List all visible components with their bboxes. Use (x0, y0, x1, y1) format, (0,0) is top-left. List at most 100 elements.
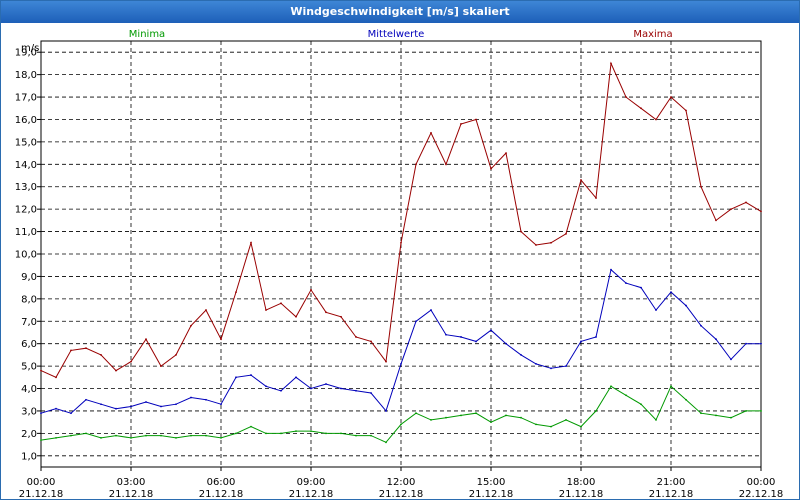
window-title: Windgeschwindigkeit [m/s] skaliert (1, 1, 799, 23)
data-point-maxima (460, 123, 462, 125)
data-point-mittelwerte (460, 336, 462, 338)
data-point-minima (685, 398, 687, 401)
data-point-maxima (175, 353, 177, 356)
data-point-mittelwerte (760, 342, 762, 345)
y-tick-label: 3,0 (21, 406, 37, 417)
data-point-minima (550, 425, 552, 428)
data-point-minima (760, 410, 762, 412)
data-point-mittelwerte (475, 340, 477, 343)
data-point-mittelwerte (640, 286, 642, 289)
data-point-minima (655, 419, 657, 421)
data-point-mittelwerte (745, 342, 747, 345)
data-point-minima (280, 432, 282, 435)
data-point-minima (565, 419, 567, 421)
data-point-maxima (520, 230, 522, 233)
y-tick-label: 17,0 (15, 93, 37, 104)
data-point-minima (175, 436, 177, 439)
data-point-mittelwerte (385, 410, 387, 412)
data-point-mittelwerte (565, 365, 567, 368)
x-tick-time: 00:00 (27, 477, 56, 488)
data-point-maxima (145, 338, 147, 341)
legend-maxima: Maxima (633, 29, 672, 40)
data-point-maxima (550, 241, 552, 244)
y-tick-label: 13,0 (15, 182, 37, 193)
data-point-mittelwerte (355, 389, 357, 392)
data-point-minima (355, 434, 357, 437)
data-point-mittelwerte (685, 304, 687, 307)
y-tick-label: 11,0 (15, 227, 37, 238)
data-point-minima (670, 385, 672, 388)
data-point-mittelwerte (55, 407, 57, 410)
data-point-maxima (715, 219, 717, 222)
x-tick-time: 03:00 (117, 477, 146, 488)
data-point-minima (205, 434, 207, 437)
data-point-mittelwerte (370, 392, 372, 394)
chart-area: Minima Mittelwerte Maxima m/s 1,02,03,04… (15, 29, 784, 499)
data-point-maxima (625, 96, 627, 98)
y-tick-label: 15,0 (15, 137, 37, 148)
data-point-mittelwerte (325, 383, 327, 385)
x-tick-time: 18:00 (567, 477, 596, 488)
data-point-mittelwerte (415, 320, 417, 323)
data-point-mittelwerte (295, 376, 297, 379)
data-point-minima (625, 394, 627, 397)
data-point-minima (40, 439, 42, 441)
data-point-mittelwerte (205, 398, 207, 401)
data-point-mittelwerte (280, 389, 282, 392)
data-point-maxima (475, 118, 477, 121)
x-tick-time: 12:00 (387, 477, 416, 488)
data-point-maxima (325, 311, 327, 314)
data-point-minima (430, 419, 432, 421)
legend-minima: Minima (129, 29, 165, 40)
x-tick-date: 21.12.18 (559, 489, 604, 499)
data-point-maxima (535, 244, 537, 246)
data-point-mittelwerte (145, 401, 147, 403)
data-point-mittelwerte (310, 387, 312, 390)
x-tick-date: 21.12.18 (469, 489, 514, 499)
data-point-minima (490, 421, 492, 424)
data-point-maxima (280, 302, 282, 305)
y-tick-label: 10,0 (15, 250, 37, 261)
data-point-maxima (655, 118, 657, 121)
legend-mittelwerte: Mittelwerte (368, 29, 425, 40)
chart-window: Windgeschwindigkeit [m/s] skaliert Minim… (0, 0, 800, 500)
data-point-minima (130, 436, 132, 439)
y-tick-label: 18,0 (15, 70, 37, 81)
data-point-minima (400, 423, 402, 426)
data-point-maxima (490, 167, 492, 170)
x-tick-date: 21.12.18 (379, 489, 424, 499)
data-point-maxima (565, 232, 567, 235)
data-point-mittelwerte (70, 412, 72, 415)
x-tick-date: 21.12.18 (19, 489, 64, 499)
data-point-mittelwerte (130, 405, 132, 408)
data-point-mittelwerte (610, 268, 612, 271)
data-point-minima (250, 425, 252, 428)
data-point-mittelwerte (715, 338, 717, 341)
data-point-mittelwerte (670, 291, 672, 294)
data-point-maxima (235, 291, 237, 294)
data-point-minima (340, 432, 342, 435)
data-point-mittelwerte (40, 412, 42, 415)
data-point-mittelwerte (655, 309, 657, 311)
data-point-minima (640, 403, 642, 406)
data-point-mittelwerte (190, 396, 192, 399)
data-point-minima (325, 432, 327, 435)
data-point-maxima (595, 197, 597, 199)
y-tick-label: 6,0 (21, 339, 37, 350)
data-point-maxima (40, 369, 42, 372)
data-point-maxima (430, 132, 432, 134)
data-point-maxima (730, 208, 732, 211)
data-point-minima (715, 414, 717, 417)
data-point-mittelwerte (85, 398, 87, 401)
data-point-minima (535, 423, 537, 426)
data-point-maxima (130, 360, 132, 363)
y-tick-label: 8,0 (21, 294, 37, 305)
data-point-minima (385, 441, 387, 444)
data-point-mittelwerte (160, 405, 162, 408)
data-point-minima (85, 432, 87, 435)
data-point-mittelwerte (115, 407, 117, 410)
data-point-maxima (190, 324, 192, 327)
data-point-maxima (700, 185, 702, 188)
data-point-minima (235, 432, 237, 435)
x-tick-date: 21.12.18 (649, 489, 694, 499)
